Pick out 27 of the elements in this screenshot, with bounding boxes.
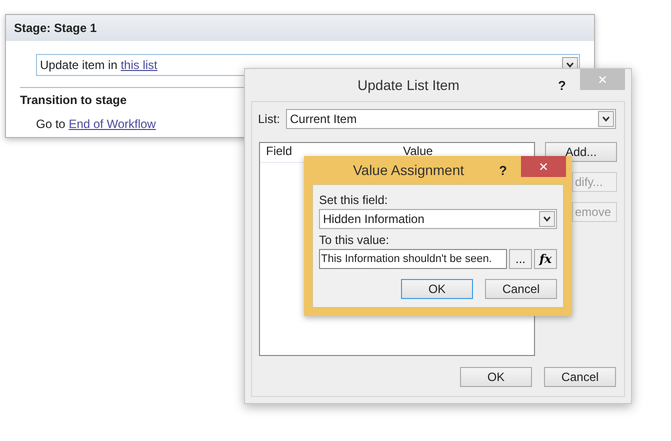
close-button[interactable]: ✕ bbox=[521, 156, 566, 177]
column-header: Value bbox=[402, 144, 434, 158]
value-label: To this value: bbox=[319, 233, 390, 247]
chevron-down-icon bbox=[543, 216, 551, 222]
workflow-link[interactable]: End of Workflow bbox=[68, 117, 156, 131]
dialog-button[interactable]: Cancel bbox=[485, 279, 557, 299]
list-dropdown[interactable]: Current Item bbox=[286, 109, 616, 129]
chevron-down-icon bbox=[602, 116, 610, 122]
help-button[interactable]: ? bbox=[493, 162, 513, 178]
action-text: Update item in this list bbox=[40, 58, 158, 72]
dialog-button[interactable]: Cancel bbox=[544, 367, 616, 387]
dialog-title: Update List Item bbox=[356, 77, 460, 93]
column-header: Field bbox=[265, 144, 294, 158]
help-button[interactable]: ? bbox=[552, 78, 572, 92]
dialog-button[interactable]: OK bbox=[460, 367, 532, 387]
section-heading: Transition to stage bbox=[20, 93, 128, 107]
dialog-button[interactable]: OK bbox=[401, 279, 473, 299]
stage-title: Stage: Stage 1 bbox=[14, 21, 97, 35]
field-label: Set this field: bbox=[319, 193, 389, 207]
list-link[interactable]: this list bbox=[120, 58, 158, 72]
dialog-title: Value Assignment bbox=[352, 162, 466, 178]
value-field[interactable]: This Information shouldn't be seen. bbox=[319, 249, 507, 269]
browse-button[interactable]: ... bbox=[509, 249, 532, 269]
formula-button[interactable]: fx bbox=[534, 249, 557, 269]
chevron-down-icon bbox=[566, 62, 574, 68]
field-dropdown[interactable]: Hidden Information bbox=[319, 209, 557, 229]
list-label: List: bbox=[258, 112, 280, 126]
